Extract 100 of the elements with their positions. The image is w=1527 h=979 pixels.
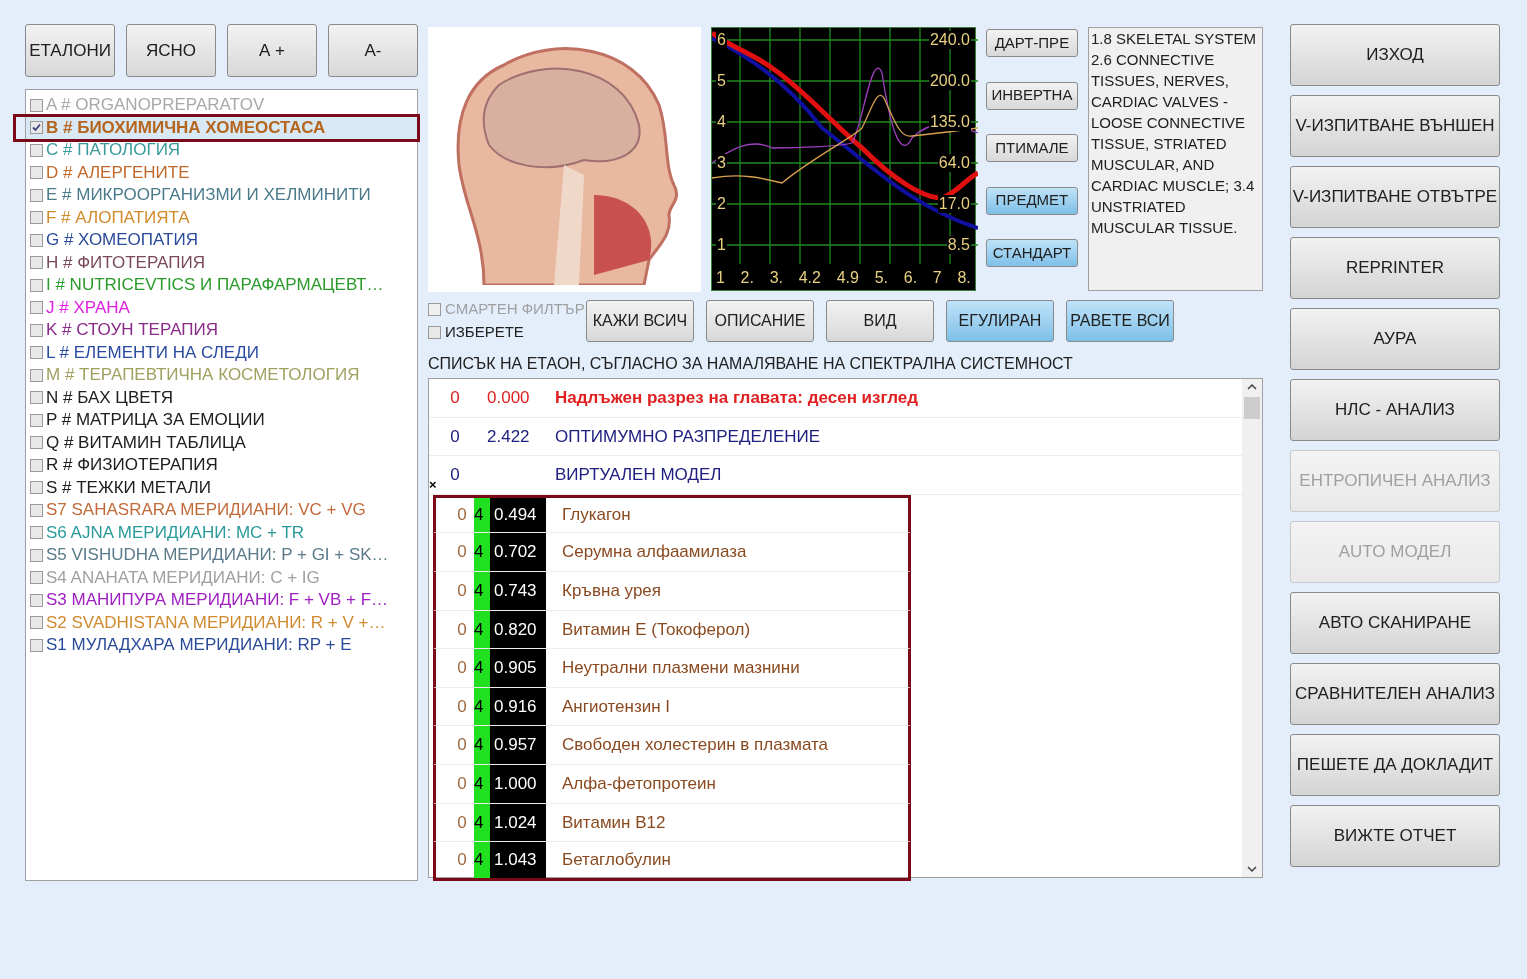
list-item[interactable]: S3 МАНИПУРА МЕРИДИАНИ: F + VB + F… — [26, 589, 417, 612]
category-label: R # ФИЗИОТЕРАПИЯ — [46, 455, 218, 476]
category-label: J # ХРАНА — [46, 297, 130, 318]
score-cell: 4 — [474, 571, 490, 610]
scroll-down-icon[interactable] — [1247, 865, 1257, 873]
checkbox[interactable] — [30, 121, 43, 135]
side-button[interactable]: V-ИЗПИТВАНЕ ОТВЪТРЕ — [1290, 166, 1500, 228]
checkbox[interactable] — [30, 503, 43, 517]
side-button[interactable]: НЛС - АНАЛИЗ — [1290, 379, 1500, 441]
toolbar-button[interactable]: А- — [328, 24, 418, 77]
axis-label: 3. — [769, 269, 783, 287]
category-label: S # ТЕЖКИ МЕТАЛИ — [46, 477, 211, 498]
checkbox[interactable] — [30, 526, 43, 540]
axis-label: 4.2 — [798, 269, 821, 287]
checkbox[interactable] — [30, 211, 43, 225]
checkbox[interactable] — [30, 301, 43, 315]
table-cell-text: ВИРТУАЛЕН МОДЕЛ — [554, 464, 722, 487]
checkbox[interactable] — [30, 188, 43, 202]
checkbox[interactable] — [30, 323, 43, 337]
list-item[interactable]: S1 МУЛАДХАРА МЕРИДИАНИ: RP + E — [26, 634, 417, 657]
list-item[interactable]: N # БАХ ЦВЕТЯ — [26, 386, 417, 409]
scrollbar[interactable] — [1242, 379, 1262, 877]
axis-label: 4.9 — [836, 269, 859, 287]
checkbox[interactable] — [30, 368, 43, 382]
list-item[interactable]: S5 VISHUDHA МЕРИДИАНИ: P + GI + SK… — [26, 544, 417, 567]
side-button[interactable]: V-ИЗПИТВАНЕ ВЪНШЕН — [1290, 95, 1500, 157]
category-label: K # СТОУН ТЕРАПИЯ — [46, 320, 218, 341]
toolbar-button[interactable]: А + — [227, 24, 317, 77]
category-label: S6 AJNA МЕРИДИАНИ: MC + TR — [46, 522, 305, 543]
side-button[interactable]: СРАВНИТЕЛЕН АНАЛИЗ — [1290, 663, 1500, 725]
list-item[interactable]: S7 SAHASRARA МЕРИДИАНИ: VC + VG — [26, 499, 417, 522]
checkbox[interactable] — [30, 548, 43, 562]
button[interactable]: ПРЕДМЕТ — [985, 186, 1078, 215]
button[interactable]: КАЖИ ВСИЧ — [586, 300, 694, 342]
side-button[interactable]: ИЗХОД — [1290, 24, 1500, 86]
button[interactable]: ИНВЕРТНА — [985, 81, 1078, 110]
table-cell-text: 0 — [456, 618, 468, 641]
list-item[interactable]: G # ХОМЕОПАТИЯ — [26, 229, 417, 252]
table-cell-text: Бетаглобулин — [561, 849, 671, 872]
checkbox[interactable] — [30, 571, 43, 585]
checkbox[interactable] — [30, 458, 43, 472]
list-item[interactable]: H # ФИТОТЕРАПИЯ — [26, 251, 417, 274]
list-item[interactable]: P # МАТРИЦА ЗА ЕМОЦИИ — [26, 409, 417, 432]
checkbox[interactable] — [30, 638, 43, 652]
score-cell: 4 — [474, 687, 490, 726]
checkbox[interactable] — [30, 436, 43, 450]
list-item[interactable]: K # СТОУН ТЕРАПИЯ — [26, 319, 417, 342]
button[interactable]: СТАНДАРТ — [985, 239, 1078, 267]
checkbox[interactable] — [428, 326, 441, 339]
side-button[interactable]: ВИЖТЕ ОТЧЕТ — [1290, 805, 1500, 867]
checkbox[interactable] — [30, 391, 43, 405]
table-cell-text: Кръвна урея — [561, 580, 661, 602]
button[interactable]: ЕГУЛИРАН — [946, 300, 1054, 342]
side-button[interactable]: АВТО СКАНИРАНЕ — [1290, 592, 1500, 654]
row-marker: × — [429, 477, 437, 492]
checkbox-label: СМАРТЕН ФИЛТЪР — [445, 299, 585, 320]
category-label: N # БАХ ЦВЕТЯ — [46, 387, 173, 408]
table-cell-text: 0 — [449, 425, 461, 448]
list-item[interactable]: E # МИКРООРГАНИЗМИ И ХЕЛМИНИТИ — [26, 184, 417, 207]
category-label: Q # ВИТАМИН ТАБЛИЦА — [46, 432, 246, 453]
button[interactable]: ДАРТ-ПРЕ — [985, 29, 1078, 57]
list-item[interactable]: J # ХРАНА — [26, 296, 417, 319]
side-button[interactable]: ПЕШЕТЕ ДА ДОКЛАДИТ — [1290, 734, 1500, 796]
axis-label: 135.0 — [928, 113, 971, 131]
toolbar-button[interactable]: ЕТАЛОНИ — [25, 24, 115, 77]
checkbox[interactable] — [30, 593, 43, 607]
table-cell-text: Витамин Е (Токоферол) — [561, 618, 751, 641]
category-label: A # ORGANOPREPARATOV — [46, 95, 265, 116]
value-cell: 0.820 — [490, 610, 546, 649]
table-cell-text: Глукагон — [561, 504, 631, 527]
axis-label: 8.5 — [946, 236, 971, 254]
toolbar-button[interactable]: ЯСНО — [126, 24, 216, 77]
list-item[interactable]: R # ФИЗИОТЕРАПИЯ — [26, 454, 417, 477]
checkbox[interactable] — [30, 413, 43, 427]
table-cell-text: 0 — [456, 580, 468, 602]
table-cell-text: Алфа-фетопротеин — [561, 773, 716, 795]
button[interactable]: РАВЕТЕ ВСИ — [1066, 300, 1174, 342]
score-cell: 4 — [474, 726, 490, 764]
checkbox[interactable] — [30, 346, 43, 360]
scroll-thumb[interactable] — [1244, 397, 1260, 419]
list-item[interactable]: I # NUTRICEVTICS И ПАРАФАРМАЦЕВТ… — [26, 274, 417, 297]
list-item[interactable]: D # АЛЕРГЕНИТЕ — [26, 161, 417, 184]
checkbox[interactable] — [30, 98, 43, 112]
checkbox[interactable] — [30, 481, 43, 495]
button[interactable]: ПТИМАЛЕ — [985, 134, 1078, 162]
checkbox[interactable] — [30, 256, 43, 270]
button[interactable]: ОПИСАНИЕ — [706, 300, 814, 342]
scroll-up-icon[interactable] — [1247, 383, 1257, 391]
button[interactable]: ВИД — [826, 300, 934, 342]
checkbox[interactable] — [30, 616, 43, 630]
side-button[interactable]: АУРА — [1290, 308, 1500, 370]
checkbox[interactable] — [30, 143, 43, 157]
checkbox[interactable] — [30, 166, 43, 180]
table-cell-text: Свободен холестерин в плазмата — [561, 734, 828, 757]
list-item[interactable]: Q # ВИТАМИН ТАБЛИЦА — [26, 431, 417, 454]
checkbox[interactable] — [30, 278, 43, 292]
list-item[interactable]: S # ТЕЖКИ МЕТАЛИ — [26, 476, 417, 499]
list-item[interactable]: L # ЕЛЕМЕНТИ НА СЛЕДИ — [26, 341, 417, 364]
checkbox[interactable] — [30, 233, 43, 247]
side-button[interactable]: REPRINTER — [1290, 237, 1500, 299]
